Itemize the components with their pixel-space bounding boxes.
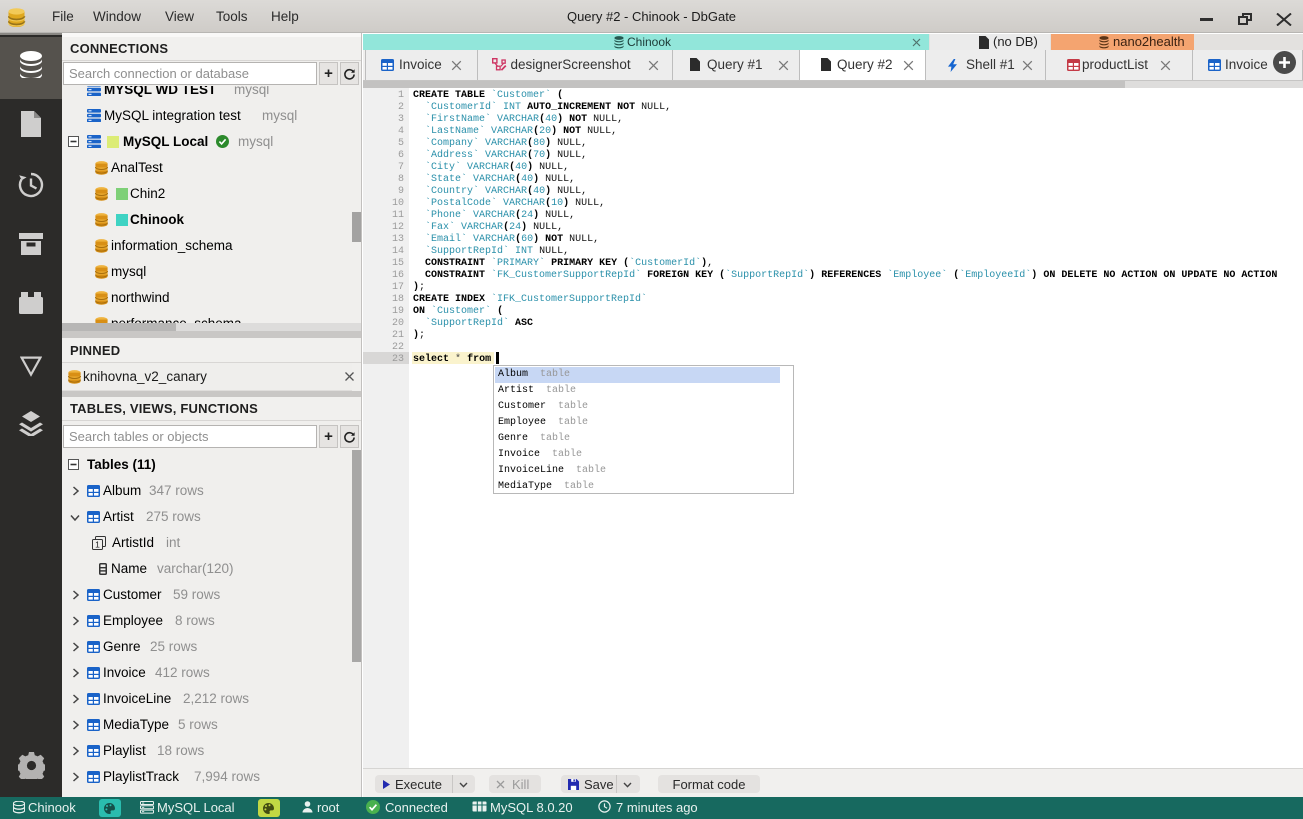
svg-text:1: 1 — [95, 540, 100, 550]
